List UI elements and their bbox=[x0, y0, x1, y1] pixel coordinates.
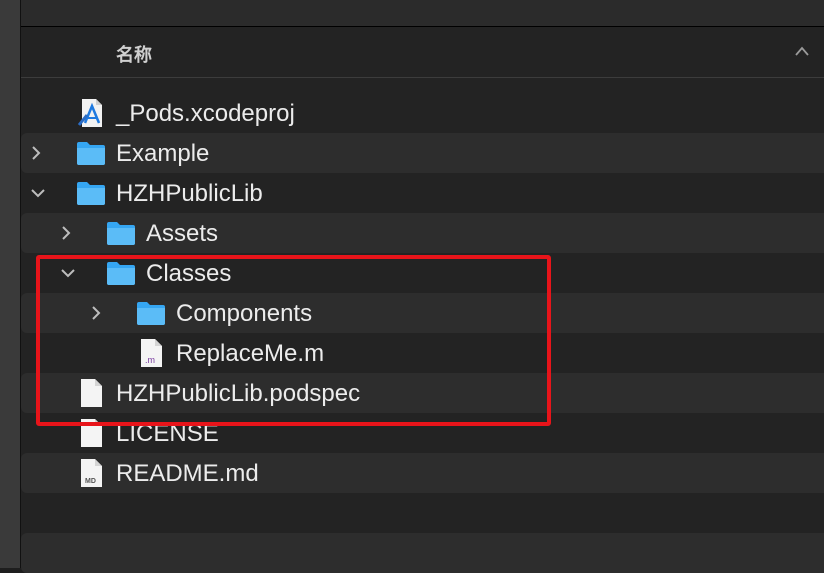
sort-ascending-icon[interactable] bbox=[794, 45, 810, 57]
folder-icon bbox=[77, 142, 105, 165]
list-item[interactable]: Classes bbox=[21, 253, 824, 293]
chevron-down-icon[interactable] bbox=[61, 268, 75, 278]
name-column-header[interactable]: 名称 bbox=[116, 41, 152, 67]
file-icon bbox=[81, 379, 102, 407]
objc-file-icon: .m bbox=[141, 339, 162, 367]
folder-icon bbox=[137, 302, 165, 325]
list-header: 名称 bbox=[21, 27, 824, 78]
file-name: LICENSE bbox=[116, 420, 219, 447]
chevron-right-icon[interactable] bbox=[61, 226, 71, 240]
folder-icon bbox=[107, 262, 135, 285]
chevron-right-icon[interactable] bbox=[91, 306, 101, 320]
list-item[interactable]: LICENSE bbox=[21, 413, 824, 453]
file-name: Example bbox=[116, 140, 210, 167]
folder-icon bbox=[77, 182, 105, 205]
list-item[interactable]: MD README.md bbox=[21, 453, 824, 493]
list-item[interactable]: Example bbox=[21, 133, 824, 173]
svg-text:.m: .m bbox=[145, 355, 155, 365]
file-name: HZHPublicLib bbox=[116, 180, 263, 207]
file-name: Classes bbox=[146, 260, 232, 287]
list-item[interactable]: _Pods.xcodeproj bbox=[21, 93, 824, 133]
list-item[interactable]: Assets bbox=[21, 213, 824, 253]
file-name: ReplaceMe.m bbox=[176, 340, 325, 367]
empty-row bbox=[21, 533, 824, 573]
file-name: Assets bbox=[146, 220, 219, 247]
chevron-down-icon[interactable] bbox=[31, 188, 45, 198]
file-name: Components bbox=[176, 300, 313, 327]
toolbar-strip bbox=[21, 0, 824, 27]
folder-icon bbox=[107, 222, 135, 245]
window-edge bbox=[0, 0, 21, 568]
svg-text:MD: MD bbox=[85, 478, 96, 485]
list-item[interactable]: HZHPublicLib bbox=[21, 173, 824, 213]
list-item[interactable]: Components bbox=[21, 293, 824, 333]
file-name: HZHPublicLib.podspec bbox=[116, 380, 361, 407]
list-item[interactable]: HZHPublicLib.podspec bbox=[21, 373, 824, 413]
file-icon bbox=[81, 419, 102, 447]
xcodeproj-icon bbox=[77, 99, 102, 127]
list-item[interactable]: .m ReplaceMe.m bbox=[21, 333, 824, 373]
chevron-right-icon[interactable] bbox=[31, 146, 41, 160]
file-name: _Pods.xcodeproj bbox=[116, 100, 295, 127]
file-name: README.md bbox=[116, 460, 259, 487]
markdown-file-icon: MD bbox=[81, 459, 102, 487]
